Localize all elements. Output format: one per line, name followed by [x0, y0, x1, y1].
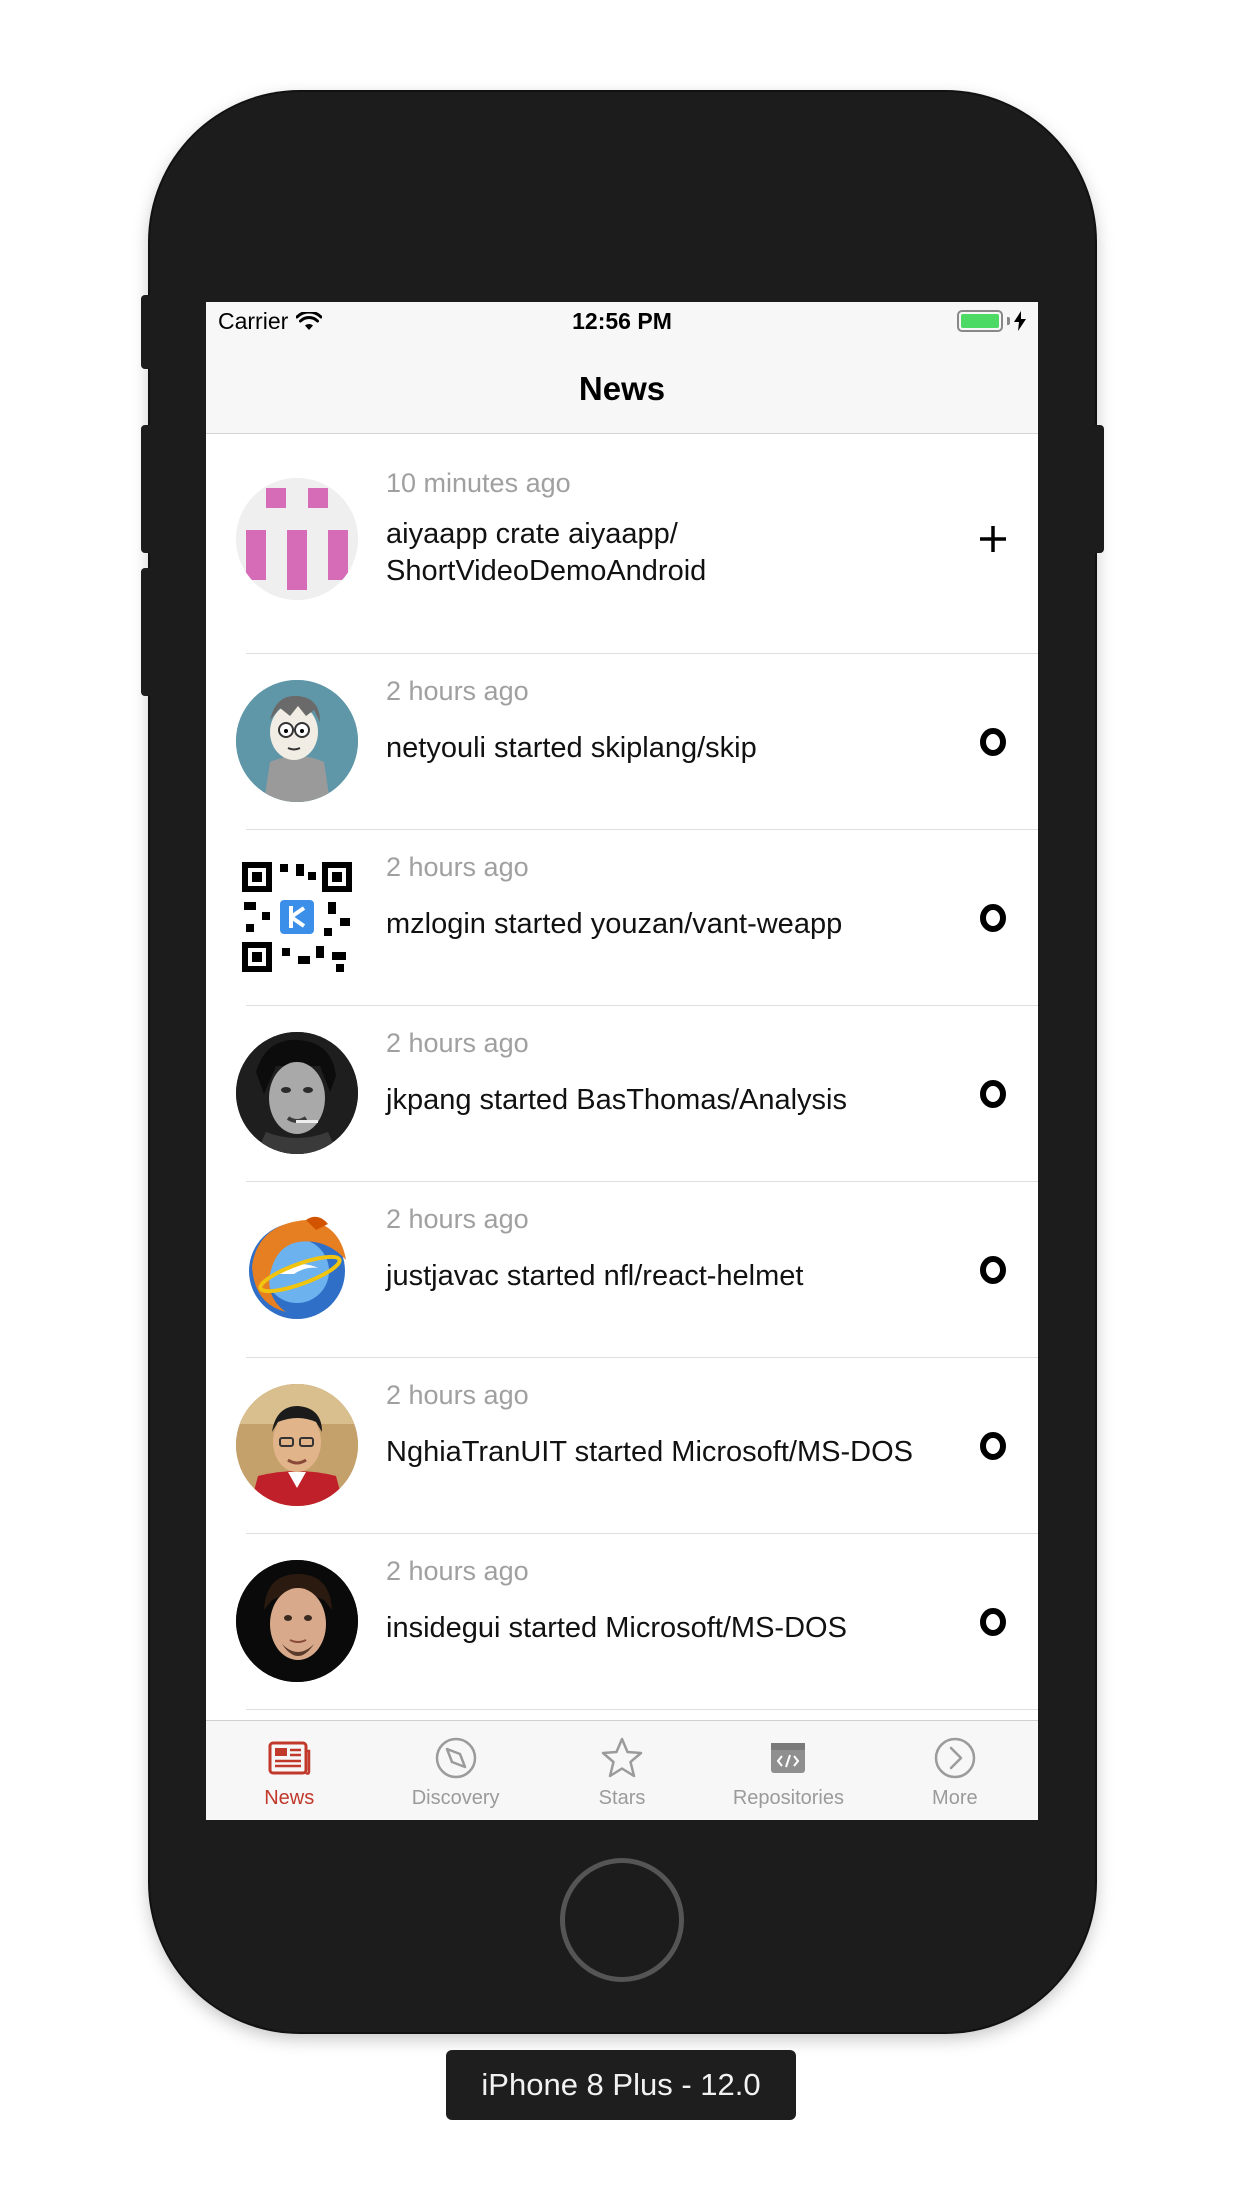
ring-icon[interactable]	[978, 1079, 1008, 1109]
ring-icon[interactable]	[978, 1431, 1008, 1461]
feed-row[interactable]: 2 hours ago mzlogin started youzan/vant-…	[206, 830, 1038, 1006]
ring-icon[interactable]	[978, 1607, 1008, 1637]
navigation-bar: News	[206, 342, 1038, 434]
battery-icon	[957, 310, 1003, 332]
cartoon-avatar[interactable]	[236, 680, 358, 802]
row-description: netyouli started skiplang/skip	[386, 732, 757, 764]
tab-discovery[interactable]: Discovery	[372, 1721, 538, 1820]
row-timestamp: 2 hours ago	[386, 852, 529, 882]
feed-row[interactable]: 2 hours ago jkpang started BasThomas/Ana…	[206, 1006, 1038, 1182]
row-timestamp: 2 hours ago	[386, 1380, 529, 1410]
page-title: News	[578, 370, 666, 407]
compass-icon	[435, 1737, 476, 1779]
row-description: NghiaTranUIT started Microsoft/MS-DOS	[386, 1436, 913, 1468]
power-button	[1090, 425, 1104, 553]
news-feed[interactable]: 10 minutes ago aiyaapp crate aiyaapp/ Sh…	[206, 434, 1038, 1720]
tab-stars[interactable]: Stars	[539, 1721, 705, 1820]
tab-news[interactable]: News	[206, 1721, 372, 1820]
feed-row[interactable]: 2 hours ago netyouli started skiplang/sk…	[206, 654, 1038, 830]
mute-switch	[141, 295, 155, 369]
chevron-circle-icon	[934, 1737, 976, 1779]
browser-logo-avatar[interactable]	[236, 1208, 358, 1330]
tab-label: Repositories	[732, 1787, 844, 1809]
code-box-icon	[771, 1743, 806, 1773]
tab-label: News	[264, 1787, 315, 1809]
status-time: 12:56 PM	[572, 308, 672, 334]
feed-row[interactable]: 10 minutes ago aiyaapp crate aiyaapp/ Sh…	[206, 434, 1038, 654]
tab-label: More	[932, 1787, 978, 1809]
star-icon	[601, 1737, 643, 1778]
qr-avatar[interactable]	[236, 856, 358, 978]
tab-label: Stars	[598, 1787, 646, 1809]
identicon-avatar[interactable]	[236, 478, 358, 600]
tab-label: Discovery	[411, 1787, 500, 1809]
charging-bolt-icon	[1014, 311, 1026, 331]
tab-repositories[interactable]: Repositories	[705, 1721, 871, 1820]
row-timestamp: 2 hours ago	[386, 676, 529, 706]
home-button[interactable]	[560, 1858, 684, 1982]
row-description: justjavac started nfl/react-helmet	[386, 1260, 804, 1292]
ring-icon[interactable]	[978, 1255, 1008, 1285]
row-description: jkpang started BasThomas/Analysis	[386, 1084, 847, 1116]
ring-icon[interactable]	[978, 727, 1008, 757]
tab-bar: News Discovery Stars Repositories More	[206, 1720, 1038, 1820]
volume-up-button	[141, 425, 155, 553]
simulator-device-label: iPhone 8 Plus - 12.0	[446, 2050, 796, 2120]
plus-icon[interactable]	[978, 524, 1008, 554]
newspaper-icon	[268, 1741, 311, 1775]
status-bar: Carrier 12:56 PM	[206, 302, 1038, 342]
ring-icon[interactable]	[978, 903, 1008, 933]
feed-row[interactable]: 2 hours ago insidegui started Microsoft/…	[206, 1534, 1038, 1710]
row-timestamp: 2 hours ago	[386, 1204, 529, 1234]
volume-down-button	[141, 568, 155, 696]
row-timestamp: 10 minutes ago	[386, 468, 571, 498]
tab-more[interactable]: More	[872, 1721, 1038, 1820]
battery-indicator	[957, 310, 1026, 332]
row-description: insidegui started Microsoft/MS-DOS	[386, 1612, 847, 1644]
feed-row[interactable]: 2 hours ago justjavac started nfl/react-…	[206, 1182, 1038, 1358]
row-timestamp: 2 hours ago	[386, 1028, 529, 1058]
row-divider	[246, 1709, 1038, 1710]
photo-avatar[interactable]	[236, 1560, 358, 1682]
phone-screen: Carrier 12:56 PM News 10 minutes ago aiy…	[206, 302, 1038, 1820]
row-description: aiyaapp crate aiyaapp/ ShortVideoDemoAnd…	[386, 518, 707, 587]
feed-row[interactable]: 2 hours ago NghiaTranUIT started Microso…	[206, 1358, 1038, 1534]
photo-avatar[interactable]	[236, 1032, 358, 1154]
row-description: mzlogin started youzan/vant-weapp	[386, 908, 843, 940]
row-timestamp: 2 hours ago	[386, 1556, 529, 1586]
photo-avatar[interactable]	[236, 1384, 358, 1506]
